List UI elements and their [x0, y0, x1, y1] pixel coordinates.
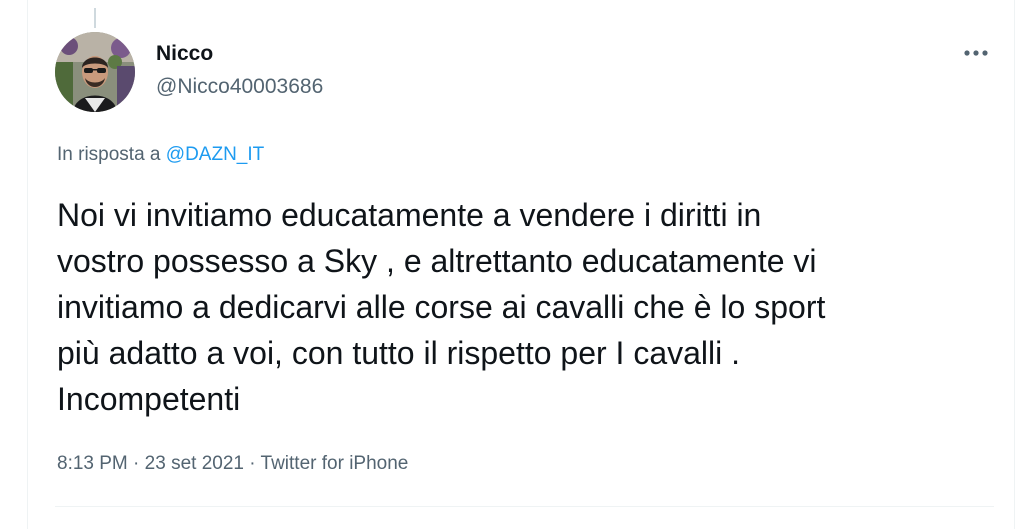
- meta-separator: ·: [133, 453, 140, 474]
- tweet-text-line: più adatto a voi, con tutto il rispetto …: [57, 335, 741, 371]
- tweet-text-line: vostro possesso a Sky , e altrettanto ed…: [57, 243, 817, 279]
- divider: [55, 506, 994, 507]
- tweet-time-link[interactable]: 8:13 PM: [57, 453, 128, 474]
- user-handle[interactable]: @Nicco40003686: [156, 75, 323, 99]
- thread-connector-line: [94, 8, 96, 28]
- column-border-right: [1014, 0, 1015, 529]
- meta-separator: ·: [249, 453, 256, 474]
- reply-prefix: In risposta a: [57, 144, 161, 165]
- column-border-left: [27, 0, 28, 529]
- tweet-text: Noi vi invitiamo educatamente a vendere …: [57, 192, 997, 422]
- reply-mention-link[interactable]: @DAZN_IT: [166, 144, 264, 165]
- tweet-text-line: invitiamo a dedicarvi alle corse ai cava…: [57, 289, 826, 325]
- avatar[interactable]: [55, 32, 135, 112]
- tweet-date-link[interactable]: 23 set 2021: [145, 453, 244, 474]
- avatar-image: [55, 32, 135, 112]
- tweet-page: Nicco @Nicco40003686 In risposta a @DAZN…: [0, 0, 1024, 529]
- tweet-metadata: 8:13 PM · 23 set 2021 · Twitter for iPho…: [57, 453, 408, 475]
- more-options-button[interactable]: [958, 38, 994, 68]
- more-horizontal-icon: [964, 50, 988, 56]
- user-display-name[interactable]: Nicco: [156, 42, 213, 66]
- reply-context: In risposta a @DAZN_IT: [57, 144, 264, 166]
- tweet-source-link[interactable]: Twitter for iPhone: [261, 453, 409, 474]
- tweet-text-line: Noi vi invitiamo educatamente a vendere …: [57, 197, 762, 233]
- tweet-text-line: Incompetenti: [57, 381, 241, 417]
